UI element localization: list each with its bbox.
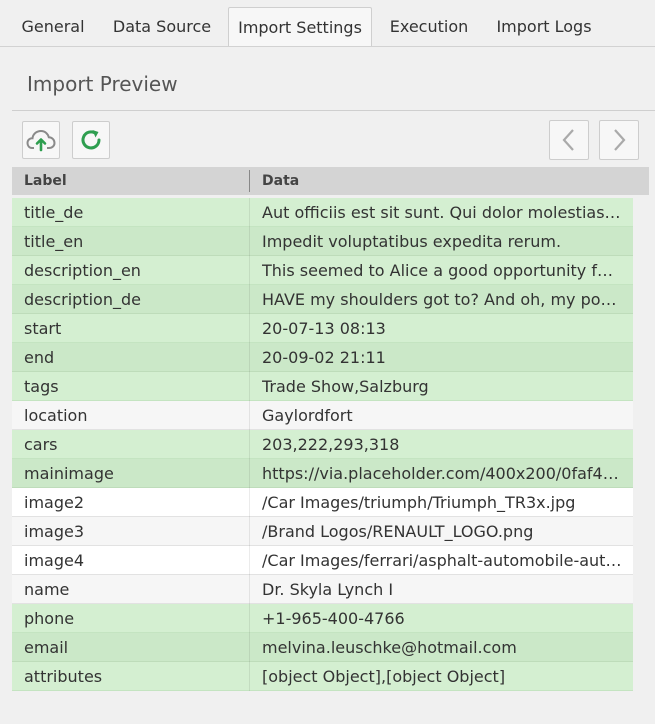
cell-label: location xyxy=(24,406,88,425)
table-row[interactable]: phone +1-965-400-4766 xyxy=(12,604,633,633)
table-row[interactable]: title_en Impedit voluptatibus expedita re… xyxy=(12,227,633,256)
cell-label: email xyxy=(24,638,69,657)
cell-label: title_en xyxy=(24,232,84,251)
cell-data: 20-09-02 21:11 xyxy=(262,348,386,367)
import-preview-grid: Label Data title_de Aut officiis est sit … xyxy=(12,167,649,691)
cell-data: /Brand Logos/RENAULT_LOGO.png xyxy=(262,522,534,541)
cell-divider xyxy=(249,662,250,691)
cell-data: https://via.placeholder.com/400x200/0faf… xyxy=(262,464,622,483)
table-row[interactable]: image3/Brand Logos/RENAULT_LOGO.png xyxy=(12,517,633,546)
tab-import-settings[interactable]: Import Settings xyxy=(228,7,372,46)
cell-data: This seemed to Alice a good opportunity … xyxy=(262,261,622,280)
cell-divider xyxy=(249,285,250,314)
cell-label: description_en xyxy=(24,261,141,280)
cell-data: Dr. Skyla Lynch I xyxy=(262,580,394,599)
column-resize-handle[interactable] xyxy=(249,170,250,192)
table-row[interactable]: location Gaylordfort xyxy=(12,401,633,430)
cell-label: title_de xyxy=(24,203,84,222)
table-row[interactable]: image2/Car Images/triumph/Triumph_TR3x.j… xyxy=(12,488,633,517)
cell-label: name xyxy=(24,580,70,599)
section-divider xyxy=(12,110,655,111)
cell-data: 20-07-13 08:13 xyxy=(262,319,386,338)
tab-general[interactable]: General xyxy=(10,9,96,45)
table-row[interactable]: cars 203,222,293,318 xyxy=(12,430,633,459)
cell-divider xyxy=(249,488,250,517)
cell-data: 203,222,293,318 xyxy=(262,435,400,454)
section-title: Import Preview xyxy=(27,72,178,96)
cell-divider xyxy=(249,198,250,227)
cell-divider xyxy=(249,430,250,459)
table-row[interactable]: description_en This seemed to Alice a goo… xyxy=(12,256,633,285)
cell-divider xyxy=(249,227,250,256)
cell-data: HAVE my shoulders got to? And oh, my poo… xyxy=(262,290,622,309)
cell-label: attributes xyxy=(24,667,103,686)
cell-divider xyxy=(249,343,250,372)
upload-button[interactable] xyxy=(22,121,60,159)
cell-divider xyxy=(249,372,250,401)
table-row[interactable]: end 20-09-02 21:11 xyxy=(12,343,633,372)
cell-divider xyxy=(249,604,250,633)
cell-label: end xyxy=(24,348,55,367)
cell-divider xyxy=(249,256,250,285)
tab-import-logs[interactable]: Import Logs xyxy=(486,9,602,45)
cell-divider xyxy=(249,314,250,343)
cell-data: Aut officiis est sit sunt. Qui dolor mol… xyxy=(262,203,622,222)
table-row[interactable]: title_de Aut officiis est sit sunt. Qui d… xyxy=(12,198,633,227)
tab-execution[interactable]: Execution xyxy=(378,9,480,45)
cell-label: tags xyxy=(24,377,59,396)
cell-label: start xyxy=(24,319,62,338)
grid-header: Label Data xyxy=(12,167,649,195)
cell-data: Impedit voluptatibus expedita rerum. xyxy=(262,232,562,251)
table-row[interactable]: attributes [object Object],[object Object… xyxy=(12,662,633,691)
cell-divider xyxy=(249,546,250,575)
prev-page-button[interactable] xyxy=(549,120,589,160)
cell-label: cars xyxy=(24,435,58,454)
cell-label: phone xyxy=(24,609,75,628)
cell-divider xyxy=(249,401,250,430)
table-row[interactable]: description_de HAVE my shoulders got to? … xyxy=(12,285,633,314)
cell-divider xyxy=(249,459,250,488)
chevron-right-icon xyxy=(614,129,626,151)
cell-data: /Car Images/ferrari/asphalt-automobile-a… xyxy=(262,551,622,570)
table-row[interactable]: email melvina.leuschke@hotmail.com xyxy=(12,633,633,662)
table-row[interactable]: tags Trade Show,Salzburg xyxy=(12,372,633,401)
cell-label: mainimage xyxy=(24,464,114,483)
cell-label: image3 xyxy=(24,522,85,541)
tab-bar: General Data Source Import Settings Exec… xyxy=(0,0,655,47)
cell-label: description_de xyxy=(24,290,141,309)
table-row[interactable]: mainimage https://via.placeholder.com/400… xyxy=(12,459,633,488)
cell-divider xyxy=(249,575,250,604)
cell-label: image2 xyxy=(24,493,85,512)
grid-body: title_de Aut officiis est sit sunt. Qui d… xyxy=(12,195,649,691)
column-header-data[interactable]: Data xyxy=(262,173,299,189)
cell-data: Trade Show,Salzburg xyxy=(262,377,429,396)
cell-label: image4 xyxy=(24,551,85,570)
chevron-left-icon xyxy=(562,129,574,151)
cell-divider xyxy=(249,517,250,546)
table-row[interactable]: image4/Car Images/ferrari/asphalt-automo… xyxy=(12,546,633,575)
cell-data: +1-965-400-4766 xyxy=(262,609,405,628)
cell-data: [object Object],[object Object] xyxy=(262,667,506,686)
cell-data: Gaylordfort xyxy=(262,406,353,425)
next-page-button[interactable] xyxy=(599,120,639,160)
table-row[interactable]: start 20-07-13 08:13 xyxy=(12,314,633,343)
cloud-upload-icon xyxy=(26,129,56,152)
refresh-icon xyxy=(81,130,101,150)
refresh-button[interactable] xyxy=(72,121,110,159)
cell-data: melvina.leuschke@hotmail.com xyxy=(262,638,517,657)
cell-data: /Car Images/triumph/Triumph_TR3x.jpg xyxy=(262,493,576,512)
tab-data-source[interactable]: Data Source xyxy=(102,9,222,45)
column-header-label[interactable]: Label xyxy=(24,173,67,189)
cell-divider xyxy=(249,633,250,662)
table-row[interactable]: name Dr. Skyla Lynch I xyxy=(12,575,633,604)
